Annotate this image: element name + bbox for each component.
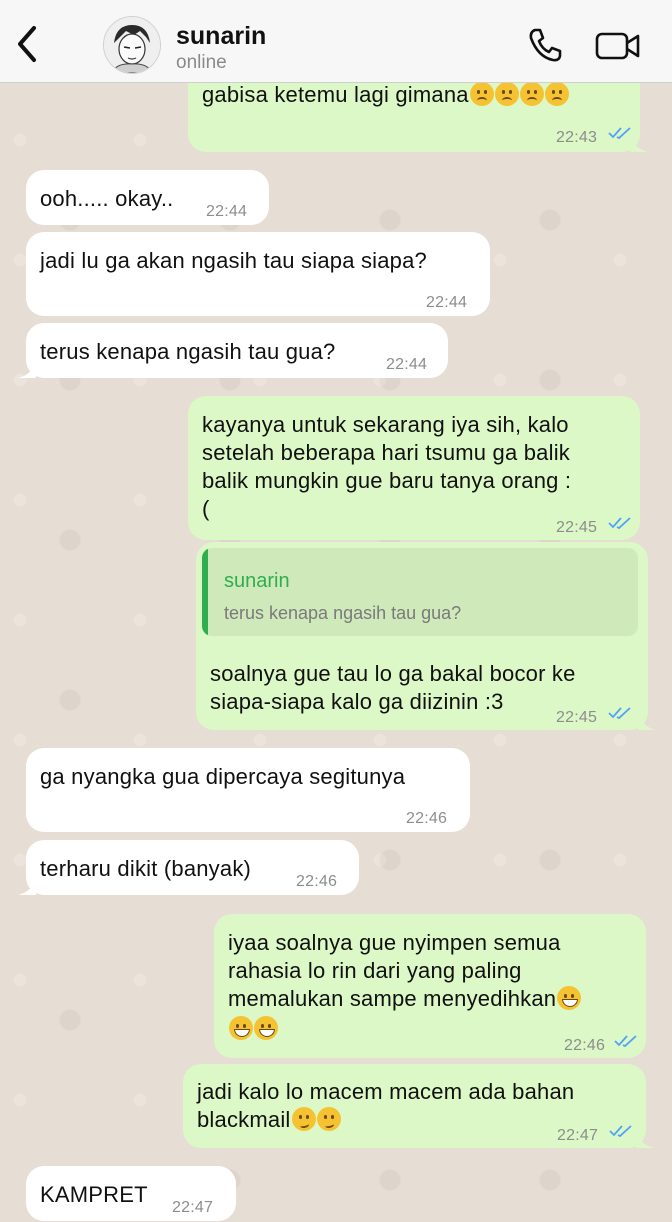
message-timestamp: 22:45	[556, 709, 598, 726]
message-text: gabisa ketemu lagi gimana	[202, 82, 469, 107]
quote-accent-bar	[202, 548, 208, 636]
message-bubble-incoming[interactable]: ooh..... okay.. 22:44	[26, 170, 269, 225]
message-line: siapa-siapa kalo ga diizinin :3	[210, 689, 504, 714]
message-line: balik mungkin gue baru tanya orang :	[202, 468, 572, 493]
message-timestamp: 22:47	[172, 1199, 214, 1216]
bubble-tail-icon	[630, 132, 648, 152]
avatar-image	[104, 17, 160, 73]
message-text: ooh..... okay..	[40, 186, 174, 211]
message-timestamp: 22:44	[426, 294, 468, 311]
video-call-button[interactable]	[595, 30, 641, 62]
message-timestamp: 22:47	[557, 1127, 599, 1144]
message-line: jadi kalo lo macem macem ada bahan	[197, 1079, 575, 1104]
quoted-reply[interactable]: sunarin terus kenapa ngasih tau gua?	[202, 548, 638, 636]
read-ticks-icon	[609, 1125, 632, 1138]
quoted-text: terus kenapa ngasih tau gua?	[224, 603, 462, 623]
chat-header: sunarin online	[0, 0, 672, 83]
bubble-tail-icon	[638, 710, 656, 730]
message-timestamp: 22:43	[556, 129, 598, 146]
message-line: kayanya untuk sekarang iya sih, kalo	[202, 412, 569, 437]
back-button[interactable]	[10, 22, 46, 66]
message-bubble-incoming[interactable]: jadi lu ga akan ngasih tau siapa siapa? …	[26, 232, 490, 316]
read-ticks-icon	[614, 1035, 637, 1048]
message-text: terharu dikit (banyak)	[40, 856, 252, 881]
video-camera-icon	[595, 32, 640, 60]
confused-face-emoji-icon	[469, 82, 494, 106]
message-line: memalukan sampe menyedihkan	[228, 986, 557, 1011]
call-button[interactable]	[526, 26, 564, 64]
message-bubble-incoming[interactable]: terus kenapa ngasih tau gua? 22:44	[18, 323, 448, 378]
message-line: iyaa soalnya gue nyimpen semua	[228, 930, 561, 955]
message-line: soalnya gue tau lo ga bakal bocor ke	[210, 661, 576, 686]
message-timestamp: 22:46	[406, 810, 448, 827]
message-timestamp: 22:44	[386, 356, 428, 373]
bubble-tail-icon	[18, 358, 36, 378]
quoted-sender: sunarin	[224, 570, 290, 592]
read-ticks-icon	[608, 517, 631, 530]
bubble-tail-icon	[18, 875, 36, 895]
phone-icon	[529, 28, 562, 62]
message-line: setelah beberapa hari tsumu ga balik	[202, 440, 570, 465]
message-text: jadi lu ga akan ngasih tau siapa siapa?	[40, 248, 427, 273]
message-timestamp: 22:45	[556, 519, 598, 536]
grinning-face-emoji-icon	[229, 1016, 253, 1040]
message-text: ga nyangka gua dipercaya segitunya	[40, 764, 406, 789]
smirking-face-emoji-icon	[316, 1107, 341, 1131]
message-bubble-incoming[interactable]: terharu dikit (banyak) 22:46	[18, 840, 359, 895]
message-bubble-outgoing[interactable]: kayanya untuk sekarang iya sih, kalo set…	[188, 396, 640, 540]
bubble-tail-icon	[636, 1128, 654, 1148]
smirking-face-emoji-icon	[291, 1107, 316, 1131]
chevron-left-icon	[18, 26, 36, 62]
read-ticks-icon	[608, 707, 631, 720]
confused-face-emoji-icon	[494, 82, 519, 106]
message-timestamp: 22:46	[564, 1037, 606, 1054]
message-bubble-outgoing[interactable]: iyaa soalnya gue nyimpen semua rahasia l…	[214, 914, 646, 1058]
message-text: KAMPRET	[40, 1182, 148, 1207]
contact-name[interactable]: sunarin	[176, 22, 266, 51]
grinning-face-emoji-icon	[254, 1016, 278, 1040]
message-bubble-incoming[interactable]: ga nyangka gua dipercaya segitunya 22:46	[26, 748, 470, 832]
message-bubble-incoming[interactable]: KAMPRET 22:47	[26, 1166, 236, 1221]
grinning-face-emoji-icon	[557, 986, 582, 1010]
message-line: blackmail	[197, 1107, 291, 1132]
message-bubble-outgoing[interactable]: jadi kalo lo macem macem ada bahan black…	[183, 1064, 654, 1148]
contact-status: online	[176, 52, 227, 73]
message-timestamp: 22:44	[206, 203, 248, 220]
message-timestamp: 22:46	[296, 873, 338, 890]
message-line: (	[202, 496, 210, 521]
message-line: rahasia lo rin dari yang paling	[228, 958, 522, 983]
confused-face-emoji-icon	[544, 82, 569, 106]
confused-face-emoji-icon	[519, 82, 544, 106]
message-text: terus kenapa ngasih tau gua?	[40, 339, 336, 364]
avatar[interactable]	[103, 16, 161, 74]
